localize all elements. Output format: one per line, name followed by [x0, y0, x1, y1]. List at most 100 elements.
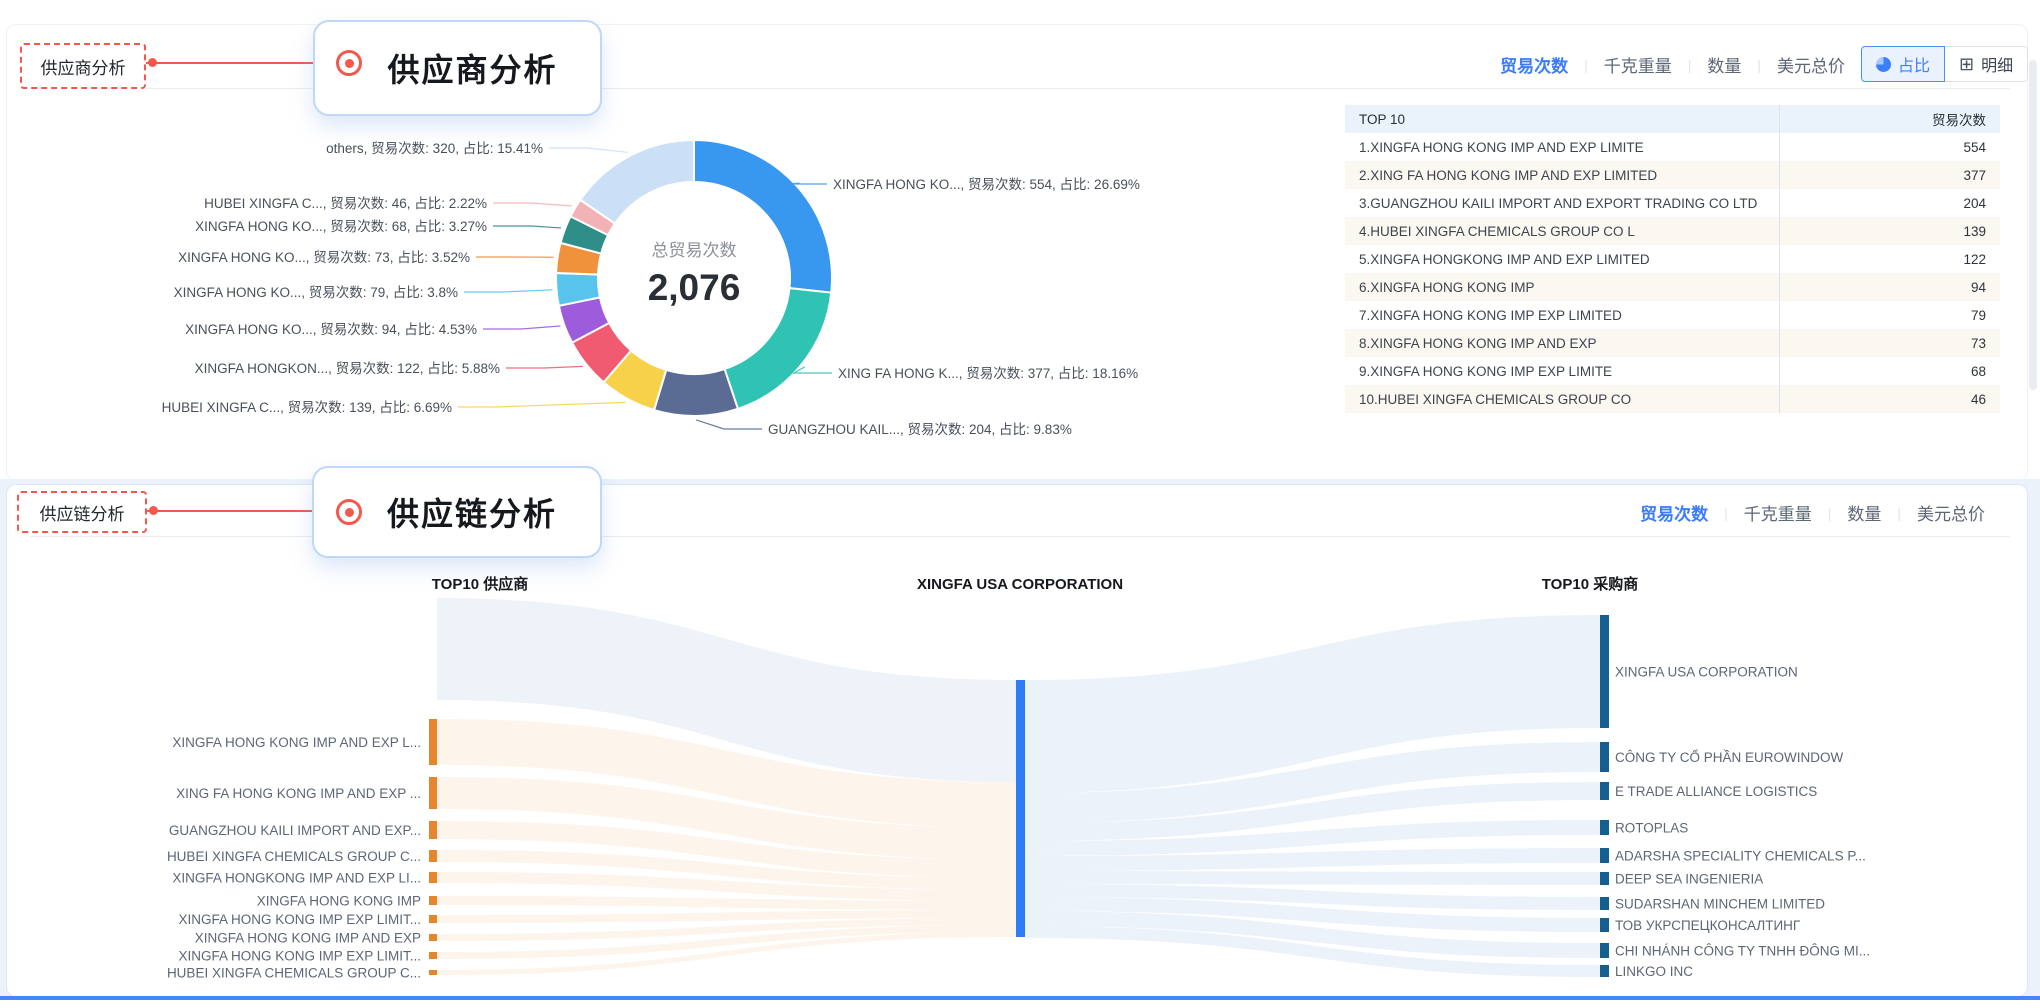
section-tag-supply-chain[interactable]: 供应链分析: [17, 491, 147, 533]
sankey-supplier-label: HUBEI XINGFA CHEMICALS GROUP C...: [167, 849, 421, 864]
detail-view-label: 明细: [1981, 52, 2013, 76]
donut-label-line: [789, 183, 827, 184]
tab-kg-weight[interactable]: 千克重量: [1604, 52, 1672, 77]
sankey-supplier-label: XING FA HONG KONG IMP AND EXP ...: [176, 786, 421, 801]
table-column-divider: [1779, 105, 1780, 413]
sankey-buyer-label: DEEP SEA INGENIERIA: [1615, 872, 1763, 887]
sankey-supplier-label: HUBEI XINGFA CHEMICALS GROUP C...: [167, 966, 421, 981]
table-row[interactable]: 5.XINGFA HONGKONG IMP AND EXP LIMITED122: [1345, 245, 2000, 273]
section-tag-label: 供应商分析: [41, 54, 126, 79]
sankey-flow-right-5: [1025, 871, 1600, 885]
supplier-metric-tabs: 贸易次数 | 千克重量 | 数量 | 美元总价: [1500, 52, 1845, 77]
company-name: 8.XINGFA HONG KONG IMP AND EXP: [1345, 336, 1779, 351]
sankey-supplier-node-4[interactable]: [429, 872, 437, 883]
company-name: 10.HUBEI XINGFA CHEMICALS GROUP CO: [1345, 392, 1779, 407]
table-header-row: TOP 10 贸易次数: [1345, 105, 2000, 133]
table-row[interactable]: 3.GUANGZHOU KAILI IMPORT AND EXPORT TRAD…: [1345, 189, 2000, 217]
table-row[interactable]: 2.XING FA HONG KONG IMP AND EXP LIMITED3…: [1345, 161, 2000, 189]
sankey-buyer-node-3[interactable]: [1600, 820, 1609, 835]
page-title-supplier: 供应商分析: [357, 45, 557, 91]
tab-separator: |: [1757, 57, 1761, 73]
sankey-buyer-label: CÔNG TY CỔ PHẦN EUROWINDOW: [1615, 750, 1844, 765]
donut-label: XINGFA HONG KO..., 贸易次数: 554, 占比: 26.69%: [833, 177, 1140, 192]
sankey-buyer-node-8[interactable]: [1600, 943, 1609, 958]
trade-count-value: 73: [1779, 336, 2000, 351]
table-icon: ⊞: [1959, 57, 1974, 72]
table-row[interactable]: 10.HUBEI XINGFA CHEMICALS GROUP CO46: [1345, 385, 2000, 413]
tab-quantity[interactable]: 数量: [1847, 500, 1881, 525]
ratio-view-button[interactable]: 占比: [1861, 46, 1945, 82]
trade-count-value: 554: [1779, 140, 2000, 155]
sankey-supplier-node-3[interactable]: [429, 850, 437, 862]
donut-label: XINGFA HONG KO..., 贸易次数: 79, 占比: 3.8%: [174, 285, 458, 300]
donut-slice-1[interactable]: [725, 288, 832, 409]
tab-separator: |: [1584, 57, 1588, 73]
donut-label-line: [483, 326, 560, 329]
section-tag-supplier[interactable]: 供应商分析: [20, 43, 146, 89]
sankey-supplier-node-7[interactable]: [429, 934, 437, 941]
tab-trade-count[interactable]: 贸易次数: [1500, 52, 1568, 77]
sankey-supplier-node-6[interactable]: [429, 915, 437, 923]
donut-label-line: [493, 226, 561, 228]
sankey-supplier-label: XINGFA HONG KONG IMP EXP LIMIT...: [178, 949, 421, 964]
sankey-supplier-node-5[interactable]: [429, 896, 437, 905]
tab-usd-total[interactable]: 美元总价: [1777, 52, 1845, 77]
target-ring-icon: [336, 50, 362, 76]
trade-count-value: 94: [1779, 280, 2000, 295]
sankey-center-node[interactable]: [1016, 680, 1025, 937]
tab-trade-count[interactable]: 贸易次数: [1640, 500, 1708, 525]
sankey-column-header-0: TOP10 供应商: [432, 575, 528, 593]
donut-label: XINGFA HONGKON..., 贸易次数: 122, 占比: 5.88%: [195, 361, 500, 376]
sankey-buyer-node-1[interactable]: [1600, 742, 1609, 772]
trade-count-value: 204: [1779, 196, 2000, 211]
trade-count-value: 68: [1779, 364, 2000, 379]
tab-separator: |: [1828, 505, 1832, 521]
sankey-buyer-node-4[interactable]: [1600, 848, 1609, 863]
sankey-buyer-node-0[interactable]: [1600, 615, 1609, 728]
table-row[interactable]: 6.XINGFA HONG KONG IMP94: [1345, 273, 2000, 301]
detail-view-button[interactable]: ⊞ 明细: [1945, 46, 2028, 82]
table-header-top10: TOP 10: [1345, 112, 1779, 127]
sankey-buyer-label: XINGFA USA CORPORATION: [1615, 665, 1798, 680]
table-header-trade-count: 贸易次数: [1779, 109, 2000, 129]
trade-count-value: 139: [1779, 224, 2000, 239]
table-row[interactable]: 1.XINGFA HONG KONG IMP AND EXP LIMITE554: [1345, 133, 2000, 161]
sankey-buyer-node-9[interactable]: [1600, 965, 1609, 977]
top10-table: TOP 10 贸易次数 1.XINGFA HONG KONG IMP AND E…: [1345, 105, 2000, 413]
tab-separator: |: [1688, 57, 1692, 73]
supply-chain-sankey: XINGFA HONG KONG IMP AND EXP L...XING FA…: [0, 478, 2040, 1008]
table-row[interactable]: 9.XINGFA HONG KONG IMP EXP LIMITE68: [1345, 357, 2000, 385]
donut-label: GUANGZHOU KAIL..., 贸易次数: 204, 占比: 9.83%: [768, 422, 1072, 437]
sankey-column-header-2: TOP10 采购商: [1542, 575, 1638, 593]
tab-separator: |: [1897, 505, 1901, 521]
sankey-supplier-label: XINGFA HONG KONG IMP EXP LIMIT...: [178, 912, 421, 927]
tab-quantity[interactable]: 数量: [1707, 52, 1741, 77]
sankey-supplier-node-2[interactable]: [429, 821, 437, 839]
sankey-buyer-label: ТОВ УКРСПЕЦКОНСАЛТИНГ: [1615, 918, 1801, 933]
company-name: 7.XINGFA HONG KONG IMP EXP LIMITED: [1345, 308, 1779, 323]
donut-slice-2[interactable]: [654, 369, 738, 416]
table-row[interactable]: 8.XINGFA HONG KONG IMP AND EXP73: [1345, 329, 2000, 357]
sankey-buyer-node-2[interactable]: [1600, 782, 1609, 800]
sankey-buyer-node-5[interactable]: [1600, 872, 1609, 885]
table-body: 1.XINGFA HONG KONG IMP AND EXP LIMITE554…: [1345, 133, 2000, 413]
donut-label: XINGFA HONG KO..., 贸易次数: 94, 占比: 4.53%: [185, 322, 477, 337]
sankey-supplier-node-8[interactable]: [429, 952, 437, 959]
sankey-supplier-node-0[interactable]: [429, 719, 437, 765]
tab-kg-weight[interactable]: 千克重量: [1744, 500, 1812, 525]
sankey-buyer-label: ADARSHA SPECIALITY CHEMICALS P...: [1615, 849, 1866, 864]
trade-count-value: 377: [1779, 168, 2000, 183]
sankey-buyer-node-6[interactable]: [1600, 897, 1609, 910]
sankey-supplier-node-9[interactable]: [429, 970, 437, 975]
donut-slice-10[interactable]: [580, 140, 694, 224]
table-row[interactable]: 7.XINGFA HONG KONG IMP EXP LIMITED79: [1345, 301, 2000, 329]
table-row[interactable]: 4.HUBEI XINGFA CHEMICALS GROUP CO L139: [1345, 217, 2000, 245]
sankey-buyer-node-7[interactable]: [1600, 918, 1609, 932]
company-name: 6.XINGFA HONG KONG IMP: [1345, 280, 1779, 295]
connector-dot: [148, 58, 157, 67]
sankey-buyer-label: LINKGO INC: [1615, 964, 1693, 979]
sankey-supplier-node-1[interactable]: [429, 777, 437, 809]
sankey-buyer-label: ROTOPLAS: [1615, 821, 1688, 836]
donut-center-total: 2,076: [648, 267, 741, 308]
tab-usd-total[interactable]: 美元总价: [1917, 500, 1985, 525]
